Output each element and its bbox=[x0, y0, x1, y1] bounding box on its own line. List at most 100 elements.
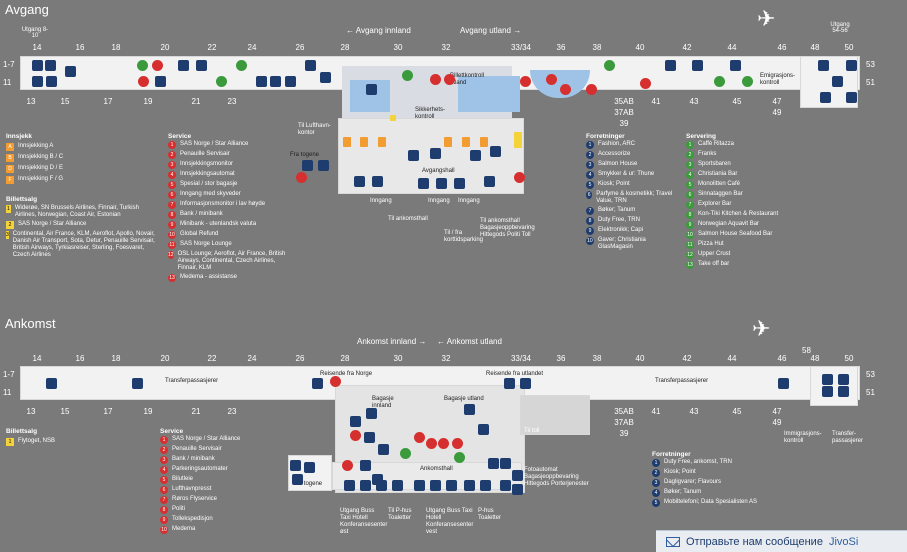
legend-text: Medema bbox=[172, 526, 196, 532]
arrival-pier-east-end bbox=[810, 366, 858, 406]
facility-icon bbox=[45, 60, 56, 71]
service-marker-icon bbox=[546, 74, 557, 85]
legend-swatch: 10 bbox=[168, 231, 176, 239]
facility-icon bbox=[318, 160, 329, 171]
legend-item: 10 Global Refund bbox=[168, 231, 293, 239]
facility-icon bbox=[305, 60, 316, 71]
dep-gate-43: 43 bbox=[689, 97, 699, 106]
facility-icon bbox=[484, 176, 495, 187]
arr-gate-15: 15 bbox=[60, 407, 70, 416]
legend-text: Upper Crust bbox=[698, 251, 731, 257]
legend-item: 2 SAS Norge / Star Alliance bbox=[6, 221, 156, 229]
gate-24: 24 bbox=[247, 354, 257, 363]
service-marker-icon bbox=[444, 74, 455, 85]
facility-icon bbox=[470, 150, 481, 161]
utgang-buss-ost-label: Utgang Buss Taxi Hotell Konferansesenter… bbox=[340, 508, 388, 535]
legend-item: 11 Pizza Hut bbox=[686, 241, 801, 249]
legend-item: 4 Parkeringsautomater bbox=[160, 466, 280, 474]
facility-icon bbox=[430, 148, 441, 159]
innsjekk-legend: A Innsjekking A B Innsjekking B / C D Innsjek… bbox=[6, 141, 63, 185]
gate-44: 44 bbox=[727, 43, 737, 52]
row-53: 53 bbox=[866, 60, 875, 69]
gate-42: 42 bbox=[682, 43, 692, 52]
legend-text: Bøker; Tanum bbox=[664, 489, 702, 495]
gate-48: 48 bbox=[810, 43, 820, 52]
facility-icon bbox=[490, 146, 501, 157]
chat-widget-button[interactable]: Отправьте нам сообщение JivoSi bbox=[656, 530, 907, 552]
facility-icon bbox=[504, 378, 515, 389]
legend-swatch: 10 bbox=[686, 231, 694, 239]
legend-swatch: 9 bbox=[160, 516, 168, 524]
legend-item: 12 Upper Crust bbox=[686, 251, 801, 259]
legend-swatch: 4 bbox=[586, 171, 594, 179]
gate-50: 50 bbox=[844, 354, 854, 363]
legend-text: Minibank - utenlandsk valuta bbox=[180, 221, 257, 227]
legend-swatch: 1 bbox=[652, 459, 660, 467]
arr-gate-47: 47 bbox=[772, 407, 782, 416]
legend-text: Pizza Hut bbox=[698, 241, 724, 247]
legend-item: 8 Duty Free, TRN bbox=[586, 217, 681, 225]
legend-item: 1 Flytoget, NSB bbox=[6, 436, 126, 447]
legend-item: 2 Accessorize bbox=[586, 151, 681, 159]
legend-item: 13 Medema - assistanse bbox=[168, 274, 293, 282]
gate-54-56-label: Utgang 54-56 bbox=[830, 22, 850, 34]
arr-gate-17: 17 bbox=[103, 407, 113, 416]
facility-icon bbox=[846, 92, 857, 103]
checkin-g-marker bbox=[480, 137, 488, 147]
legend-swatch: 1 bbox=[168, 141, 176, 149]
legend-item: 3 Sportsbaren bbox=[686, 161, 801, 169]
dep-gate-47: 47 bbox=[772, 97, 782, 106]
legend-swatch: 2 bbox=[686, 151, 694, 159]
gate-16: 16 bbox=[75, 354, 85, 363]
gate-22: 22 bbox=[207, 354, 217, 363]
gate-24: 24 bbox=[247, 43, 257, 52]
reisende-norge-label: Reisende fra Norge bbox=[320, 371, 373, 377]
inngang-1-label: Inngang bbox=[370, 198, 392, 204]
legend-item: 6 Sinnataggen Bar bbox=[686, 191, 801, 199]
legend-text: Take off bar bbox=[698, 261, 730, 267]
legend-item: D Innsjekking D / E bbox=[6, 163, 63, 174]
billettsalg-legend-title: Billettsalg bbox=[6, 196, 38, 203]
legend-swatch: 1 bbox=[6, 205, 11, 213]
restaurant-marker-icon bbox=[400, 448, 411, 459]
restaurant-marker-icon bbox=[604, 60, 615, 71]
legend-swatch: 9 bbox=[168, 221, 176, 229]
billettsalg-legend: 1 Widerøe, SN Brussels Airlines, Finnair,… bbox=[6, 205, 156, 261]
arr-gate-21: 21 bbox=[191, 407, 201, 416]
legend-item: 3 Bank / minibank bbox=[160, 456, 280, 464]
facility-icon bbox=[320, 72, 331, 83]
legend-swatch: 7 bbox=[586, 207, 594, 215]
transfer-left-label: Transferpassasjerer bbox=[165, 378, 219, 384]
arr-gate-49: 49 bbox=[772, 418, 782, 427]
legend-swatch: 5 bbox=[686, 181, 694, 189]
service-marker-icon bbox=[640, 78, 651, 89]
service-marker-icon bbox=[452, 438, 463, 449]
departure-direction-domestic: ← Avgang innland bbox=[346, 26, 411, 35]
arr-billettsalg-legend: 1 Flytoget, NSB bbox=[6, 436, 126, 447]
legend-swatch: 4 bbox=[160, 466, 168, 474]
legend-text: Fashion, ARC bbox=[598, 141, 636, 147]
legend-item: 6 Inngang med skyveder bbox=[168, 191, 293, 199]
restaurant-marker-icon bbox=[236, 60, 247, 71]
legend-swatch: 8 bbox=[160, 506, 168, 514]
facility-icon bbox=[436, 178, 447, 189]
legend-item: 4 Bøker; Tanum bbox=[652, 489, 792, 497]
legend-item: 6 Lufthavnpresst bbox=[160, 486, 280, 494]
legend-swatch: 9 bbox=[586, 227, 594, 235]
gate-42: 42 bbox=[682, 354, 692, 363]
dep-gate-23: 23 bbox=[227, 97, 237, 106]
service-marker-icon bbox=[342, 460, 353, 471]
legend-text: Salmon House Seafood Bar bbox=[698, 231, 773, 237]
facility-icon bbox=[178, 60, 189, 71]
legend-text: Innsjekking D / E bbox=[18, 165, 64, 171]
legend-swatch: 4 bbox=[168, 171, 176, 179]
arrival-title: Ankomst bbox=[5, 316, 56, 331]
facility-icon bbox=[480, 480, 491, 491]
transfer-pass-label: Transfer-passasjerer bbox=[832, 431, 864, 444]
gate-58-label: 58 bbox=[802, 346, 811, 355]
gate-14: 14 bbox=[32, 43, 42, 52]
dep-gate-39: 39 bbox=[619, 119, 629, 128]
legend-text: Penauille Servisair bbox=[180, 151, 230, 157]
departure-direction-international: Avgang utland → bbox=[460, 26, 522, 35]
facility-icon bbox=[132, 378, 143, 389]
